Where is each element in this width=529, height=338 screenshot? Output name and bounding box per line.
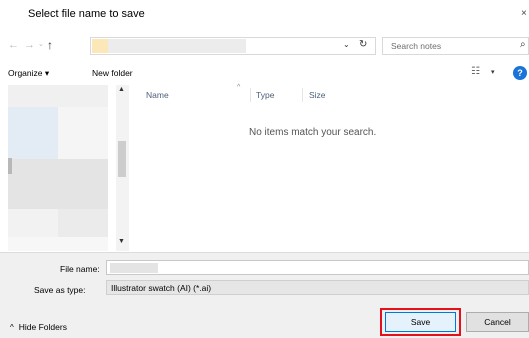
- save-as-type-select[interactable]: Illustrator swatch (AI) (*.ai): [106, 280, 529, 295]
- chevron-up-icon: ^: [10, 323, 14, 332]
- scroll-down-icon[interactable]: ▼: [118, 238, 125, 245]
- refresh-icon[interactable]: ↻: [359, 39, 367, 50]
- search-icon[interactable]: ⌕: [520, 39, 526, 50]
- chevron-down-icon[interactable]: ⌄: [343, 40, 350, 49]
- nav-tree-item[interactable]: [8, 107, 58, 159]
- column-header-type[interactable]: Type: [256, 90, 274, 100]
- nav-tree-item[interactable]: [8, 85, 108, 107]
- cancel-button[interactable]: Cancel: [466, 312, 529, 332]
- view-dropdown-caret-icon[interactable]: ▾: [491, 68, 495, 76]
- up-arrow-icon[interactable]: ↑: [47, 38, 53, 52]
- new-folder-button[interactable]: New folder: [92, 68, 133, 78]
- address-bar[interactable]: ⌄ ↻: [90, 37, 376, 55]
- forward-arrow-icon[interactable]: →: [24, 39, 35, 51]
- organize-button[interactable]: Organize ▾: [8, 68, 49, 79]
- panel-divider: [0, 252, 529, 253]
- scroll-up-icon[interactable]: ▲: [118, 86, 125, 93]
- save-button[interactable]: Save: [385, 312, 456, 332]
- empty-results-message: No items match your search.: [249, 127, 377, 138]
- column-divider[interactable]: [250, 88, 251, 102]
- search-input[interactable]: Search notes ⌕: [382, 37, 529, 55]
- column-divider[interactable]: [302, 88, 303, 102]
- nav-pane-splitter[interactable]: [8, 158, 12, 174]
- address-row: ← → ⌄ ↑ ⌄ ↻ Search notes ⌕: [0, 30, 529, 62]
- dialog-title: Select file name to save: [28, 8, 145, 20]
- nav-tree-item[interactable]: [8, 159, 108, 209]
- nav-tree-item[interactable]: [8, 237, 108, 251]
- navigation-pane[interactable]: [8, 85, 116, 251]
- view-options-icon[interactable]: ☷: [471, 66, 480, 77]
- title-bar: Select file name to save ×: [0, 0, 529, 30]
- nav-tree-item[interactable]: [58, 209, 108, 237]
- sort-indicator-icon: ^: [237, 84, 241, 91]
- file-name-label: File name:: [60, 264, 100, 274]
- recent-locations-icon[interactable]: ⌄: [38, 40, 44, 48]
- column-header-name[interactable]: Name: [146, 90, 169, 100]
- back-arrow-icon[interactable]: ←: [8, 39, 19, 51]
- nav-pane-scrollbar[interactable]: ▲ ▼: [116, 85, 129, 251]
- folder-icon: [92, 39, 108, 53]
- save-as-type-label: Save as type:: [34, 285, 86, 295]
- scroll-thumb[interactable]: [118, 141, 126, 177]
- command-toolbar: Organize ▾ New folder ☷ ▾ ?: [0, 62, 529, 84]
- hide-folders-button[interactable]: ^ Hide Folders: [10, 322, 67, 332]
- help-icon[interactable]: ?: [513, 66, 527, 80]
- nav-tree-item[interactable]: [8, 209, 58, 237]
- file-name-field[interactable]: [106, 260, 529, 275]
- save-as-type-value: Illustrator swatch (AI) (*.ai): [111, 283, 212, 293]
- file-name-value: [110, 263, 158, 273]
- hide-folders-label: Hide Folders: [18, 322, 67, 332]
- nav-tree-item[interactable]: [58, 107, 108, 159]
- search-placeholder: Search notes: [391, 41, 442, 51]
- file-list[interactable]: Name ^ Type Size No items match your sea…: [131, 84, 529, 251]
- column-header-size[interactable]: Size: [309, 90, 326, 100]
- address-path: [108, 39, 246, 53]
- close-icon[interactable]: ×: [521, 8, 527, 19]
